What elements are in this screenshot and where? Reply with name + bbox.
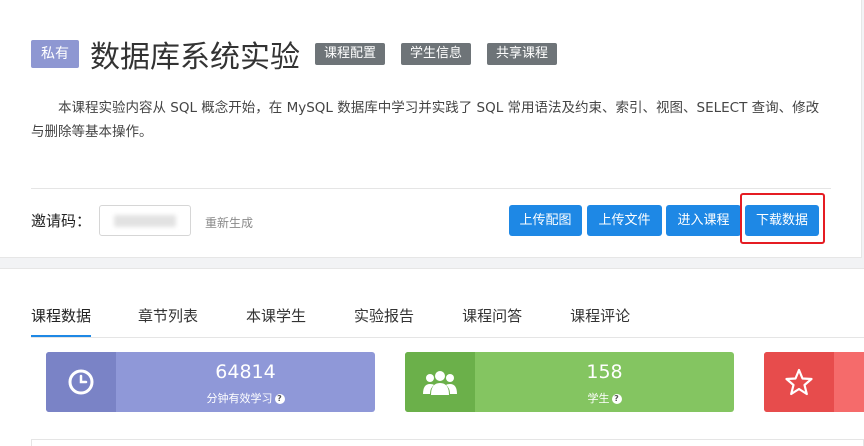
study-time-card: 64814 分钟有效学习? <box>46 352 375 412</box>
course-description: 本课程实验内容从 SQL 概念开始，在 MySQL 数据库中学习并实践了 SQL… <box>31 100 820 140</box>
tag-share-course[interactable]: 共享课程 <box>487 43 558 65</box>
highlight-box <box>740 193 825 244</box>
upload-file-button[interactable]: 上传文件 <box>587 205 662 236</box>
students-label: 学生? <box>475 390 734 406</box>
students-card: 158 学生? <box>405 352 734 412</box>
star-icon <box>764 352 834 412</box>
tab-bar: 课程数据 章节列表 本课学生 实验报告 课程问答 课程评论 <box>31 305 630 337</box>
tab-course-reviews[interactable]: 课程评论 <box>570 305 630 331</box>
tag-course-config[interactable]: 课程配置 <box>315 43 386 65</box>
study-minutes-label: 分钟有效学习? <box>116 390 375 406</box>
tab-chapter-list[interactable]: 章节列表 <box>138 305 198 331</box>
study-minutes-value: 64814 <box>215 361 276 383</box>
regenerate-link[interactable]: 重新生成 <box>205 214 253 231</box>
invite-code-masked <box>114 215 176 227</box>
content-area-edge <box>31 439 864 446</box>
clock-icon <box>46 352 116 412</box>
tab-course-students[interactable]: 本课学生 <box>246 305 306 331</box>
upload-image-button[interactable]: 上传配图 <box>509 205 582 236</box>
tag-student-info[interactable]: 学生信息 <box>401 43 472 65</box>
tab-course-qa[interactable]: 课程问答 <box>462 305 522 331</box>
course-card: 私有 数据库系统实验 课程配置 学生信息 共享课程 本课程实验内容从 SQL 概… <box>0 0 862 258</box>
help-icon[interactable]: ? <box>274 394 285 404</box>
help-icon[interactable]: ? <box>611 394 622 404</box>
page-title: 数据库系统实验 <box>90 40 300 75</box>
stats-panel: 课程数据 章节列表 本课学生 实验报告 课程问答 课程评论 64814 分钟有效… <box>0 268 864 446</box>
invite-code-label: 邀请码： <box>31 212 92 230</box>
enter-course-button[interactable]: 进入课程 <box>666 205 741 236</box>
divider <box>31 188 831 189</box>
rating-card <box>764 352 864 412</box>
private-badge: 私有 <box>31 40 79 68</box>
course-title-row: 私有 数据库系统实验 课程配置 学生信息 共享课程 <box>31 34 573 75</box>
students-value: 158 <box>586 361 623 383</box>
invite-code-field[interactable] <box>99 205 191 236</box>
tab-underline <box>31 337 864 338</box>
tab-course-data[interactable]: 课程数据 <box>31 305 92 337</box>
tab-lab-reports[interactable]: 实验报告 <box>354 305 414 331</box>
users-icon <box>405 352 475 412</box>
